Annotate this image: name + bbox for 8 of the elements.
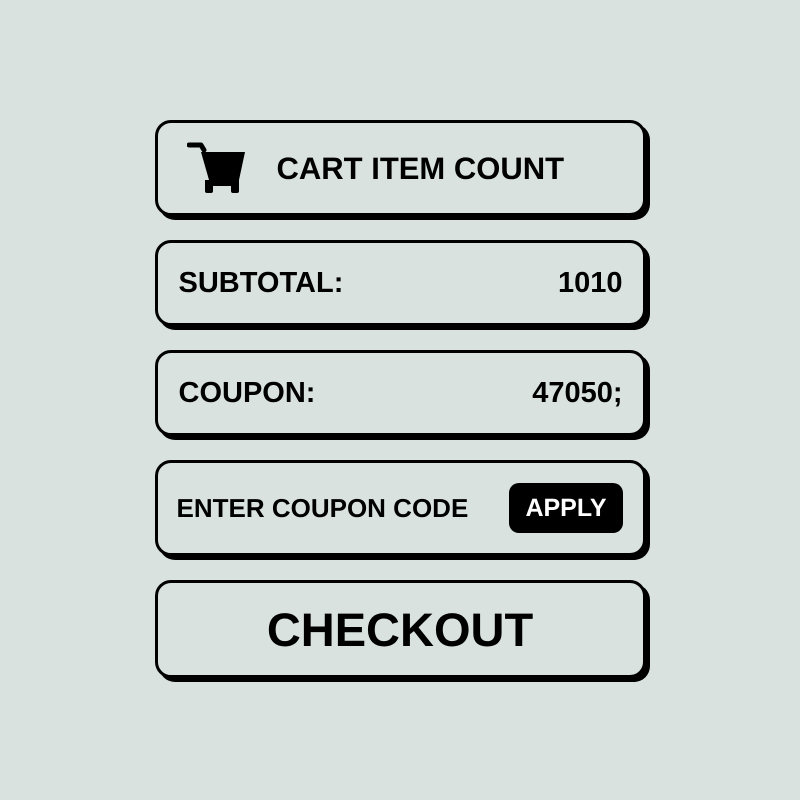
shopping-cart-icon bbox=[186, 142, 246, 194]
summary-value: 1010 bbox=[558, 268, 622, 298]
summary-value: 47050; bbox=[532, 378, 622, 408]
cart-item-count-label: CART ITEM COUNT bbox=[276, 152, 564, 184]
summary-label: SUBTOTAL: bbox=[178, 268, 344, 298]
apply-button[interactable]: APPLY bbox=[509, 483, 622, 533]
summary-label: COUPON: bbox=[178, 378, 316, 408]
coupon-code-input[interactable]: ENTER COUPON CODE bbox=[176, 491, 494, 525]
